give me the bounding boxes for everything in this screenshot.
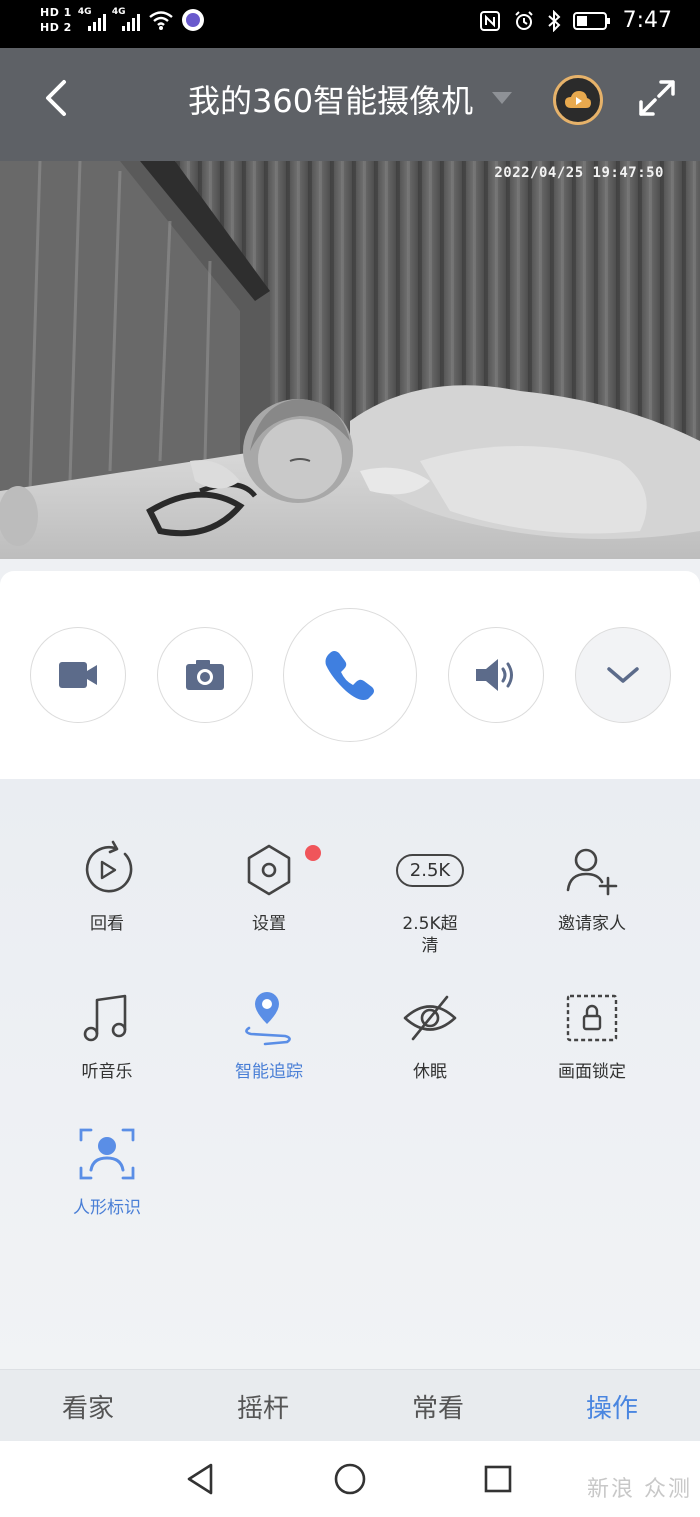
tab-frequent[interactable]: 常看	[368, 1370, 508, 1442]
alarm-icon	[514, 10, 533, 30]
record-video-button[interactable]	[30, 627, 126, 723]
op-smart-track[interactable]: 智能追踪	[194, 983, 344, 1083]
call-button[interactable]	[283, 608, 417, 742]
video-timestamp: 2022/04/25 19:47:50	[494, 165, 664, 181]
op-label: 听音乐	[81, 1062, 133, 1082]
resolution-2-5k-icon: 2.5K	[395, 853, 465, 887]
speaker-icon	[476, 659, 513, 691]
phone-icon	[325, 651, 374, 700]
volume-button[interactable]	[448, 627, 544, 723]
more-button[interactable]	[575, 627, 671, 723]
hd2-label: HD 2	[40, 21, 72, 34]
location-track-icon	[245, 992, 291, 1046]
watermark: 新浪 众测	[587, 1477, 692, 1502]
camera-title[interactable]: 我的360智能摄像机	[188, 76, 473, 122]
hd-indicators: HD 1 HD 2	[40, 6, 72, 34]
op-invite[interactable]: 邀请家人	[517, 835, 667, 935]
hd1-label: HD 1	[40, 6, 72, 19]
op-label: 设置	[252, 914, 286, 934]
op-label: 休眠	[413, 1062, 447, 1082]
camera-video-feed[interactable]: 2022/04/25 19:47:50	[0, 161, 700, 559]
tab-joystick[interactable]: 摇杆	[193, 1370, 333, 1442]
snapshot-button[interactable]	[157, 627, 253, 723]
settings-badge	[305, 845, 321, 861]
op-resolution[interactable]: 2.5K 2.5K超清	[355, 835, 505, 957]
battery-icon	[572, 11, 610, 30]
op-playback[interactable]: 回看	[32, 835, 182, 935]
person-detect-icon	[79, 1128, 135, 1180]
camera-header: 我的360智能摄像机	[0, 48, 700, 161]
bluetooth-icon	[547, 9, 561, 32]
control-panel	[0, 571, 700, 779]
music-icon	[83, 994, 127, 1042]
playback-icon	[85, 840, 133, 893]
tab-home-watch[interactable]: 看家	[18, 1370, 158, 1442]
op-person-detect[interactable]: 人形标识	[32, 1119, 182, 1219]
nav-back-icon[interactable]	[180, 1459, 220, 1499]
operations-panel: 回看 设置 2.5K 2.5K超清 邀请家人 听音乐 智能追踪 休眠 画面锁定 …	[0, 779, 700, 1369]
cloud-shape	[565, 91, 591, 108]
op-label: 回看	[90, 914, 124, 934]
video-frame-image	[0, 161, 700, 559]
settings-hexagon-icon	[247, 844, 291, 896]
op-lock-frame[interactable]: 画面锁定	[517, 983, 667, 1083]
op-sleep[interactable]: 休眠	[355, 983, 505, 1083]
nfc-icon	[479, 10, 500, 31]
tab-operations[interactable]: 操作	[542, 1370, 682, 1442]
status-right: 7:47	[479, 8, 672, 33]
bottom-tab-bar: 看家 摇杆 常看 操作	[0, 1369, 700, 1442]
fullscreen-icon[interactable]	[637, 78, 677, 118]
nav-home-icon[interactable]	[330, 1459, 370, 1499]
op-label: 智能追踪	[235, 1062, 303, 1082]
op-label: 邀请家人	[558, 914, 626, 934]
op-settings[interactable]: 设置	[194, 835, 344, 935]
op-label: 人形标识	[73, 1198, 141, 1218]
status-bar: HD 1 HD 2 4G 4G 7:47	[0, 0, 700, 48]
op-music[interactable]: 听音乐	[32, 983, 182, 1083]
back-icon[interactable]	[40, 78, 76, 118]
app-notification-icon	[181, 9, 204, 31]
nav-recent-icon[interactable]	[478, 1459, 518, 1499]
wifi-icon	[149, 11, 173, 30]
eye-off-icon	[403, 995, 457, 1041]
camera-icon	[186, 660, 224, 690]
system-nav-bar: 新浪 众测	[0, 1441, 700, 1517]
invite-user-icon	[566, 848, 618, 896]
dropdown-icon[interactable]	[492, 92, 512, 104]
op-label: 2.5K超清	[402, 914, 458, 956]
video-camera-icon	[59, 662, 97, 688]
signal-2-icon: 4G	[112, 7, 140, 31]
cloud-play-icon[interactable]	[553, 75, 603, 125]
op-label: 画面锁定	[558, 1062, 626, 1082]
signal-1-icon: 4G	[78, 7, 106, 31]
status-left: HD 1 HD 2 4G 4G	[40, 6, 204, 34]
status-time: 7:47	[622, 8, 672, 33]
chevron-down-icon	[607, 667, 639, 683]
lock-frame-icon	[566, 994, 618, 1042]
